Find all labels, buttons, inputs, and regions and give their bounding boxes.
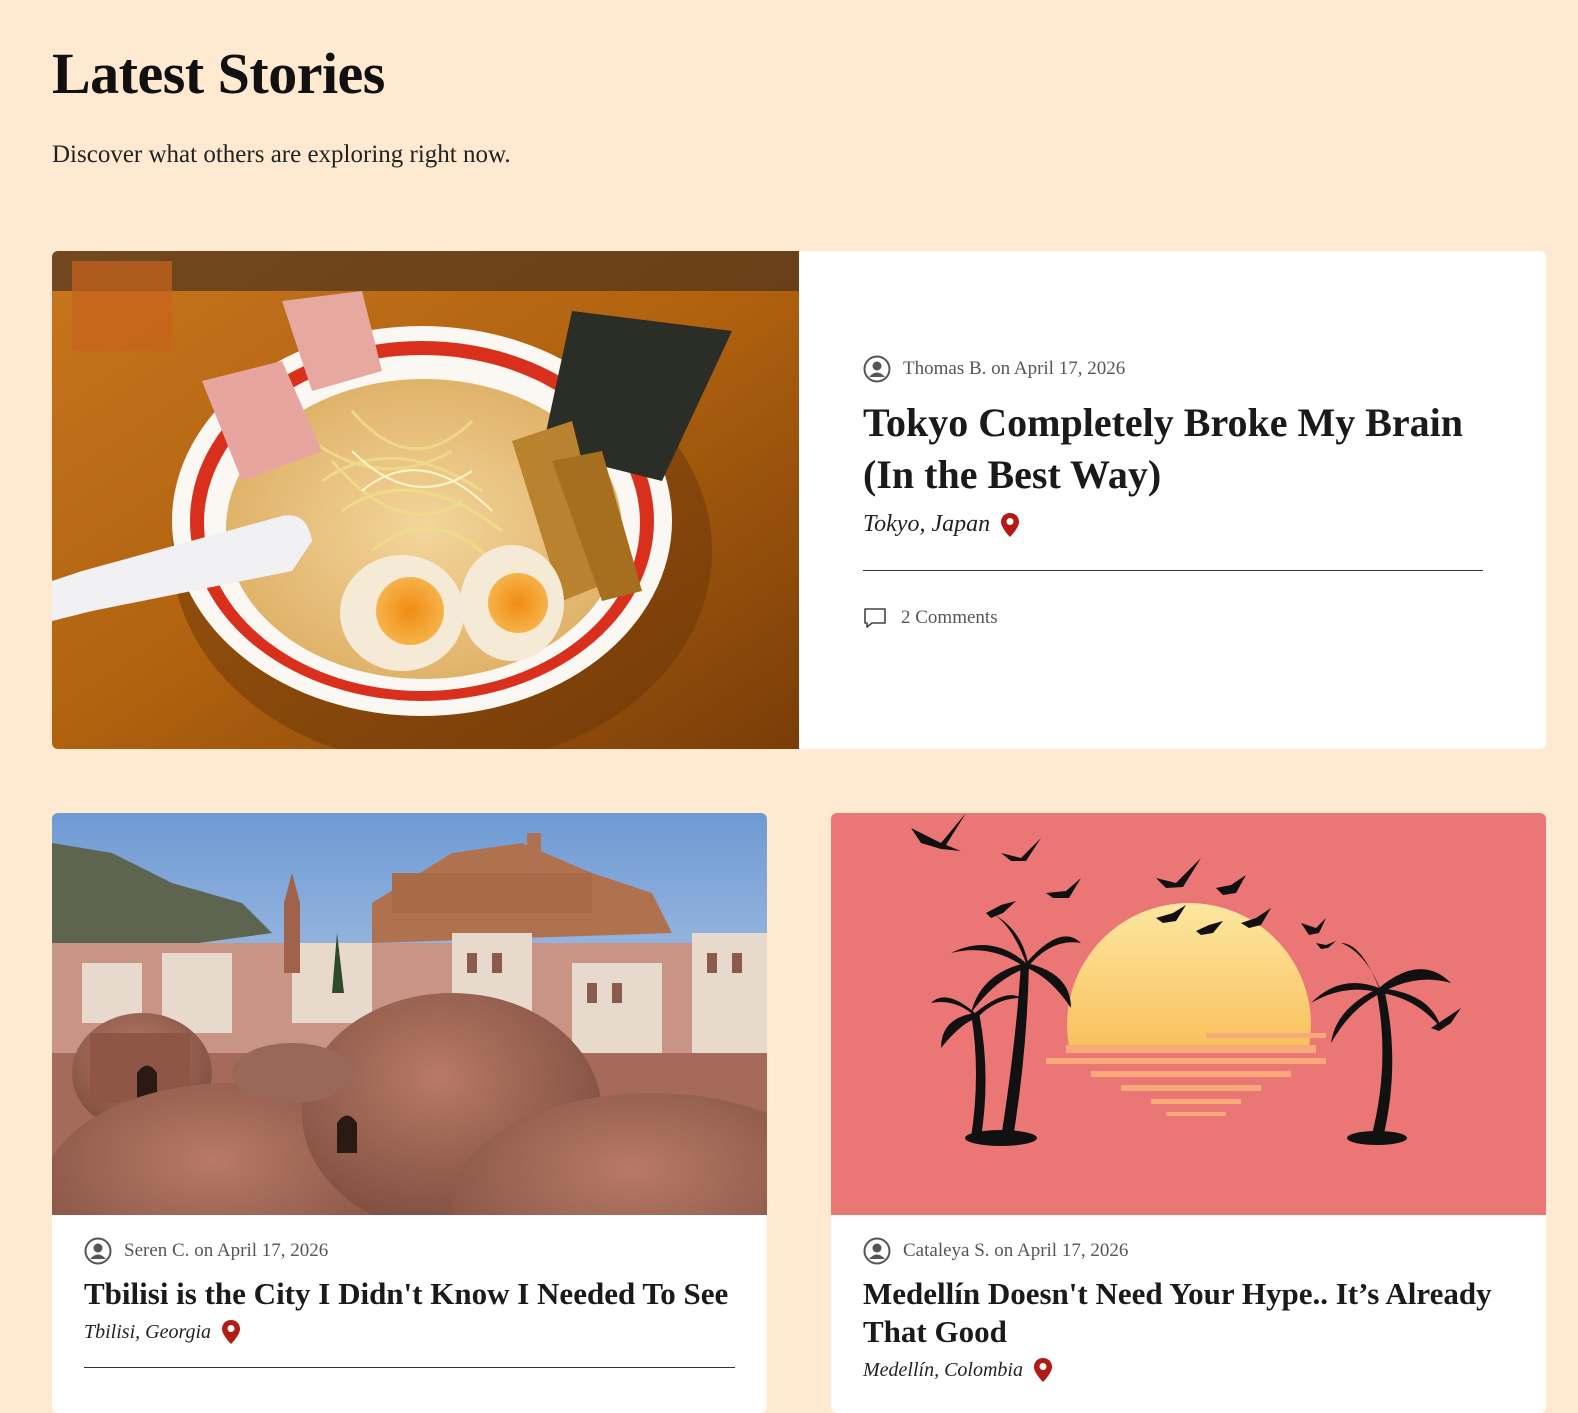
story-date: on April 17, 2026 bbox=[994, 1240, 1129, 1261]
story-location: Tokyo, Japan bbox=[863, 511, 1483, 538]
featured-story-body: Thomas B. on April 17, 2026 Tokyo Comple… bbox=[863, 355, 1483, 629]
story-image-sunset[interactable] bbox=[831, 813, 1546, 1215]
story-date: on April 17, 2026 bbox=[194, 1240, 329, 1261]
map-pin-icon bbox=[1001, 512, 1020, 537]
story-body: Seren C. on April 17, 2026 Tbilisi is th… bbox=[84, 1237, 735, 1368]
story-location: Medellín, Colombia bbox=[863, 1357, 1514, 1383]
map-pin-icon bbox=[1033, 1358, 1052, 1382]
location-label: Tbilisi, Georgia bbox=[84, 1320, 212, 1343]
story-date: on April 17, 2026 bbox=[991, 358, 1126, 379]
story-author[interactable]: Cataleya S. bbox=[903, 1240, 990, 1261]
story-divider bbox=[863, 570, 1483, 571]
story-image-ramen[interactable] bbox=[52, 251, 799, 749]
user-avatar-icon bbox=[863, 1237, 891, 1265]
comments-count[interactable]: 2 Comments bbox=[901, 607, 998, 629]
user-avatar-icon bbox=[863, 355, 891, 383]
story-card-tbilisi[interactable]: Seren C. on April 17, 2026 Tbilisi is th… bbox=[52, 813, 767, 1413]
comment-icon bbox=[864, 608, 886, 628]
story-meta: Thomas B. on April 17, 2026 bbox=[863, 355, 1483, 383]
page-subtitle: Discover what others are exploring right… bbox=[52, 141, 511, 168]
story-card-medellin[interactable]: Cataleya S. on April 17, 2026 Medellín D… bbox=[831, 813, 1546, 1413]
story-author[interactable]: Thomas B. bbox=[903, 358, 986, 379]
story-body: Cataleya S. on April 17, 2026 Medellín D… bbox=[863, 1237, 1514, 1383]
comments-link[interactable]: 2 Comments bbox=[863, 607, 1483, 629]
page-title: Latest Stories bbox=[52, 41, 385, 106]
user-avatar-icon bbox=[84, 1237, 112, 1265]
story-image-tbilisi[interactable] bbox=[52, 813, 767, 1215]
story-divider bbox=[84, 1367, 735, 1368]
location-label: Tokyo, Japan bbox=[863, 511, 991, 537]
featured-story-card[interactable]: Thomas B. on April 17, 2026 Tokyo Comple… bbox=[52, 251, 1546, 749]
location-label: Medellín, Colombia bbox=[863, 1358, 1023, 1381]
story-author[interactable]: Seren C. bbox=[124, 1240, 189, 1261]
story-meta: Cataleya S. on April 17, 2026 bbox=[863, 1237, 1514, 1265]
story-meta: Seren C. on April 17, 2026 bbox=[84, 1237, 735, 1265]
story-title[interactable]: Tokyo Completely Broke My Brain (In the … bbox=[863, 397, 1483, 501]
story-location: Tbilisi, Georgia bbox=[84, 1319, 735, 1345]
story-title[interactable]: Medellín Doesn't Need Your Hype.. It’s A… bbox=[863, 1275, 1514, 1351]
story-title[interactable]: Tbilisi is the City I Didn't Know I Need… bbox=[84, 1275, 735, 1313]
map-pin-icon bbox=[222, 1320, 241, 1344]
